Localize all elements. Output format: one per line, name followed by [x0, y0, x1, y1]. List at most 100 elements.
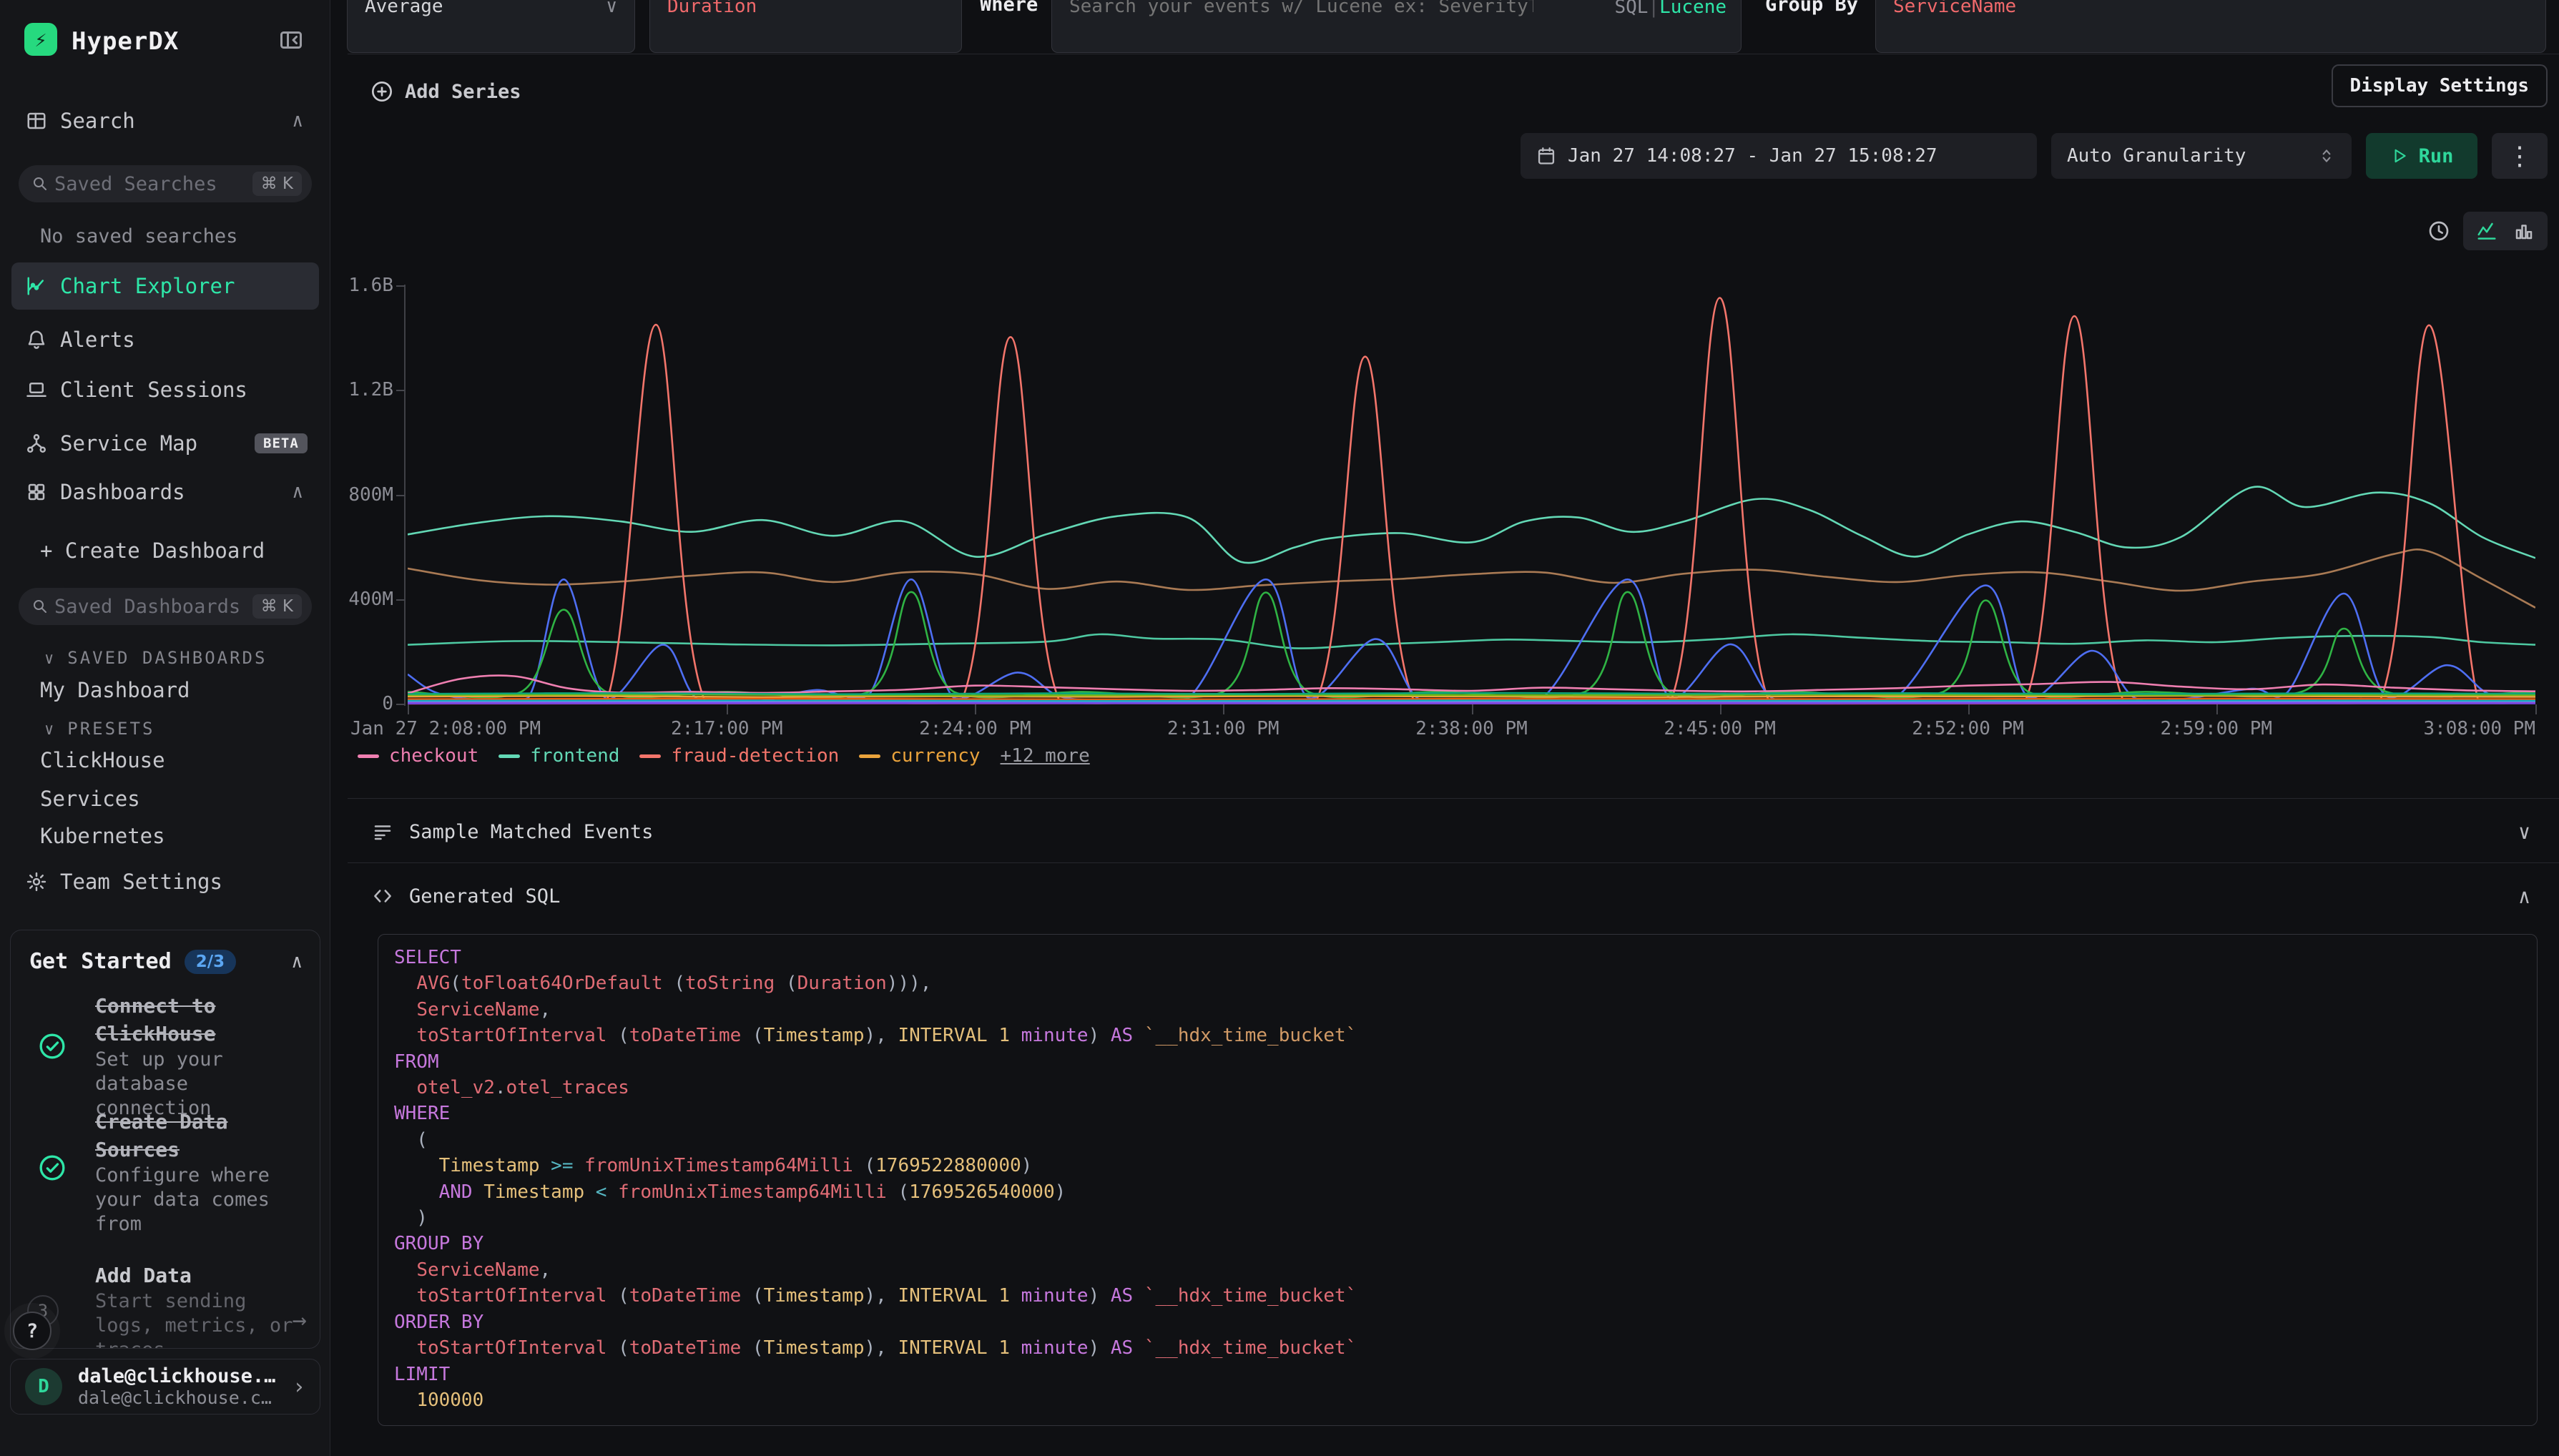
sidebar-item-preset-kubernetes[interactable]: Kubernetes	[40, 824, 165, 848]
legend-label: fraud-detection	[671, 745, 839, 767]
app-title: HyperDX	[72, 27, 179, 56]
y-tick-label: 400M	[330, 589, 393, 610]
sidebar-item-preset-services[interactable]: Services	[40, 787, 140, 811]
sql-line: toStartOfInterval (toDateTime (Timestamp…	[394, 1335, 2521, 1361]
add-series-button[interactable]: Add Series	[370, 73, 521, 110]
field-value[interactable]	[667, 0, 944, 17]
time-range-picker[interactable]: Jan 27 14:08:27 - Jan 27 15:08:27	[1521, 133, 2037, 179]
legend-item-currency[interactable]: currency	[859, 745, 980, 767]
sidebar-item-search[interactable]: Search ∧	[0, 105, 330, 137]
sql-line: toStartOfInterval (toDateTime (Timestamp…	[394, 1023, 2521, 1048]
app-root: ⚡ HyperDX Search ∧ ⌘ K No saved searches…	[0, 0, 2559, 1456]
divider	[348, 862, 2559, 863]
x-tick-label: 2:59:00 PM	[2160, 718, 2272, 739]
run-button[interactable]: Run	[2366, 133, 2477, 179]
divider	[348, 798, 2559, 799]
aggregation-select[interactable]: Average ∨	[347, 0, 635, 53]
kbd-shortcut-badge: ⌘ K	[252, 594, 302, 619]
saved-dashboards-searchbox[interactable]: ⌘ K	[19, 588, 312, 625]
user-menu[interactable]: D dale@clickhouse.… dale@clickhouse.c… ›	[10, 1359, 320, 1415]
sql-line: FROM	[394, 1049, 2521, 1075]
legend-item-checkout[interactable]: checkout	[358, 745, 478, 767]
group-by-value[interactable]	[1893, 0, 2528, 17]
display-settings-button[interactable]: Display Settings	[2332, 64, 2548, 107]
lucene-search-input[interactable]	[1069, 0, 1533, 17]
create-dashboard-button[interactable]: + Create Dashboard	[40, 538, 265, 563]
group-presets[interactable]: ∨PRESETS	[44, 719, 154, 739]
service-map-icon	[26, 433, 47, 454]
chart-svg[interactable]	[408, 280, 2535, 709]
hyperdx-logo-icon: ⚡	[24, 23, 57, 56]
series-unnamed-11	[408, 701, 2535, 702]
x-tick-mark	[1720, 704, 1721, 714]
group-by-label: Group By	[1765, 0, 1858, 16]
sidebar-item-alerts[interactable]: Alerts	[0, 324, 330, 355]
legend-item-frontend[interactable]: frontend	[498, 745, 619, 767]
play-icon	[2390, 147, 2409, 165]
series-checkout	[408, 676, 2535, 694]
x-tick-label: 2:52:00 PM	[1912, 718, 2024, 739]
legend-more-link[interactable]: +12 more	[1001, 745, 1090, 767]
x-tick-mark	[1223, 704, 1224, 714]
clock-icon[interactable]	[2427, 220, 2450, 242]
sidebar-item-team-settings[interactable]: Team Settings	[0, 866, 330, 897]
sidebar-item-service-map[interactable]: Service Map BETA	[0, 428, 330, 459]
chart-legend: checkout frontend fraud-detection currency +…	[358, 745, 1090, 767]
sql-line: toStartOfInterval (toDateTime (Timestamp…	[394, 1283, 2521, 1309]
line-chart-icon[interactable]	[2476, 220, 2497, 242]
x-tick-label: 2:38:00 PM	[1415, 718, 1528, 739]
series-frontend	[408, 487, 2535, 564]
sql-lucene-toggle[interactable]: SQL | Lucene	[1614, 0, 1727, 53]
x-tick-mark	[1968, 704, 1970, 714]
lucene-search-box[interactable]: SQL | Lucene	[1051, 0, 1742, 53]
where-label: Where	[980, 0, 1038, 16]
chevron-up-icon[interactable]: ∧	[2518, 885, 2530, 908]
y-tick-label: 800M	[330, 484, 393, 506]
logo-row: ⚡ HyperDX	[0, 21, 330, 64]
legend-label: currency	[890, 745, 980, 767]
sidebar-item-dashboards[interactable]: Dashboards ∧	[0, 476, 330, 508]
beta-badge: BETA	[255, 433, 308, 453]
group-by-input[interactable]	[1875, 0, 2546, 53]
y-tick-mark	[396, 704, 405, 705]
legend-item-fraud-detection[interactable]: fraud-detection	[639, 745, 839, 767]
sidebar-item-client-sessions[interactable]: Client Sessions	[0, 374, 330, 405]
chart-line-icon	[26, 275, 47, 297]
sample-matched-events-section[interactable]: Sample Matched Events ∨	[330, 812, 2559, 851]
legend-swatch	[859, 754, 880, 758]
chevron-up-icon[interactable]: ∧	[291, 951, 303, 973]
more-options-button[interactable]: ⋮	[2492, 133, 2548, 179]
generated-sql-section[interactable]: Generated SQL ∧	[330, 877, 2559, 915]
collapse-sidebar-icon[interactable]	[278, 27, 304, 53]
series-unnamed-1	[408, 549, 2535, 607]
chart-type-toggle	[2463, 212, 2548, 250]
field-input[interactable]	[649, 0, 962, 53]
check-circle-icon	[38, 1032, 67, 1061]
granularity-select[interactable]: Auto Granularity	[2051, 133, 2352, 179]
y-tick-label: 1.2B	[330, 379, 393, 400]
sql-line: 100000	[394, 1387, 2521, 1413]
sql-line: AVG(toFloat64OrDefault (toString (Durati…	[394, 970, 2521, 996]
saved-searches-searchbox[interactable]: ⌘ K	[19, 165, 312, 202]
help-button[interactable]: ?	[13, 1312, 51, 1350]
y-tick-mark	[396, 599, 405, 601]
sidebar-item-my-dashboard[interactable]: My Dashboard	[40, 678, 190, 702]
sidebar-item-chart-explorer[interactable]: Chart Explorer	[11, 262, 319, 310]
generated-sql-code[interactable]: SELECT AVG(toFloat64OrDefault (toString …	[378, 934, 2538, 1426]
x-tick-label: Jan 27 2:08:00 PM	[350, 718, 541, 739]
chevron-down-icon[interactable]: ∨	[2518, 820, 2530, 844]
chevron-up-icon[interactable]: ∧	[292, 481, 303, 503]
sql-line: SELECT	[394, 945, 2521, 970]
series-unnamed-2	[408, 634, 2535, 649]
group-saved-dashboards[interactable]: ∨SAVED DASHBOARDS	[44, 648, 267, 668]
y-tick-mark	[396, 390, 405, 391]
saved-searches-input[interactable]	[54, 173, 252, 195]
x-tick-label: 3:08:00 PM	[2423, 718, 2535, 739]
saved-dashboards-input[interactable]	[54, 596, 252, 618]
sql-line: (	[394, 1127, 2521, 1153]
sidebar-item-preset-clickhouse[interactable]: ClickHouse	[40, 748, 165, 772]
x-tick-label: 2:24:00 PM	[919, 718, 1031, 739]
chevron-up-icon[interactable]: ∧	[292, 110, 303, 132]
legend-label: checkout	[389, 745, 478, 767]
bar-chart-icon[interactable]	[2513, 220, 2535, 242]
